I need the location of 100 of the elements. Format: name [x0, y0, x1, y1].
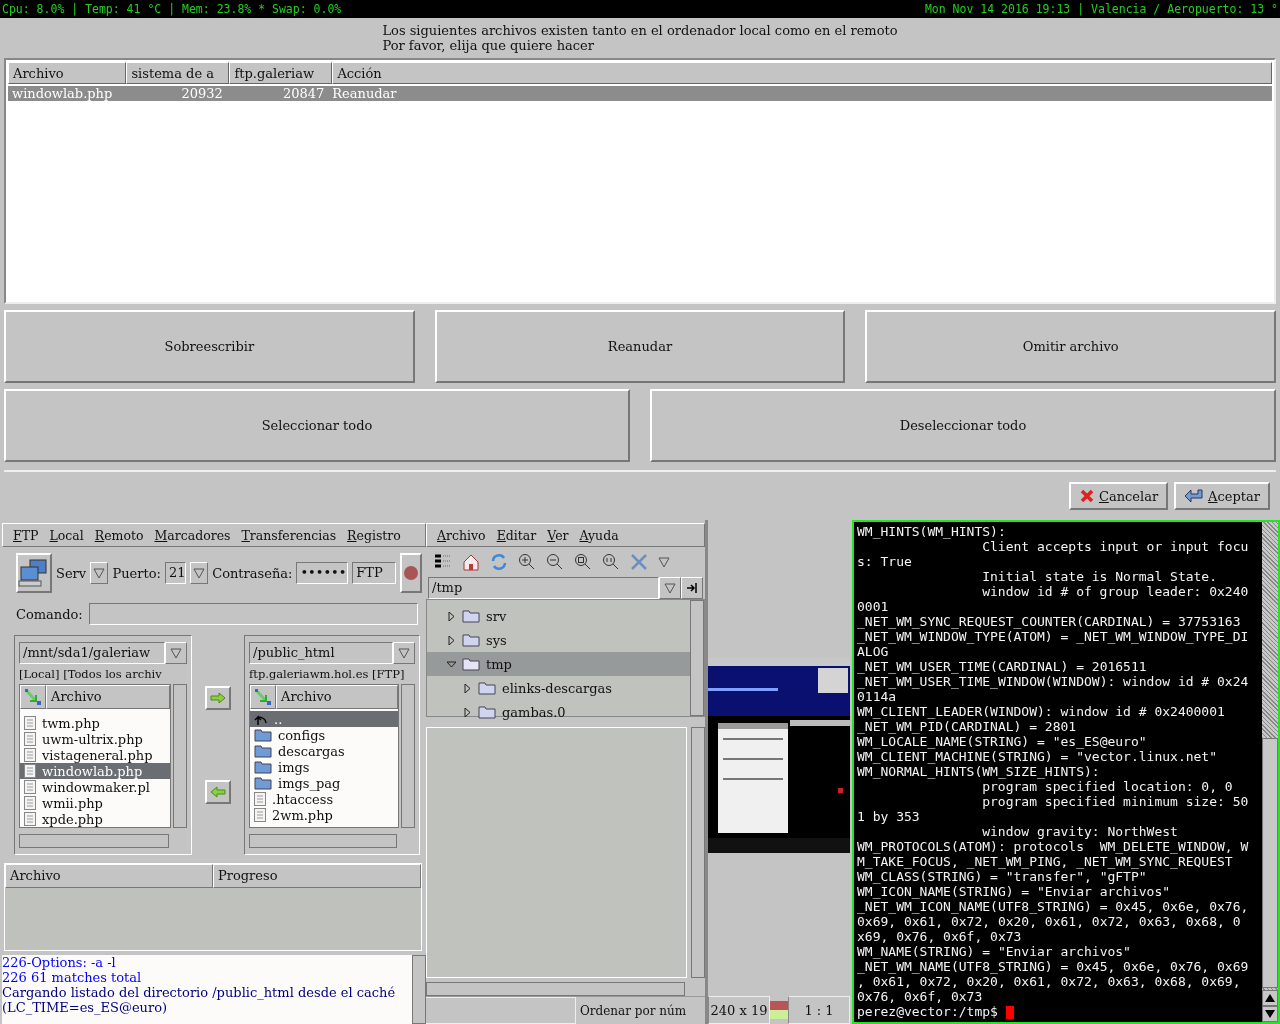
connect-button[interactable]	[16, 553, 52, 593]
dropdown-button[interactable]	[659, 577, 681, 599]
menu-item[interactable]: FTP	[13, 527, 39, 543]
terminal-line: _NET_WM_WINDOW_TYPE(ATOM) = _NET_WM_WINDOW_TYPE_DI	[857, 629, 1250, 644]
expand-arrow-icon[interactable]	[447, 611, 456, 621]
file-row[interactable]: windowmaker.pl	[20, 779, 170, 795]
file-row[interactable]: vistageneral.php	[20, 747, 170, 763]
zoom-out-icon[interactable]	[546, 553, 564, 571]
choice-button[interactable]: Sobreescribir	[4, 310, 415, 383]
go-icon	[686, 582, 698, 594]
tree-item[interactable]: elinks-descargas	[427, 676, 690, 700]
choice-button[interactable]: Seleccionar todo	[4, 389, 630, 462]
computer-icon	[18, 558, 50, 588]
menu-item[interactable]: Archivo	[437, 527, 486, 543]
file-row[interactable]: configs	[250, 727, 398, 743]
download-button[interactable]	[205, 780, 231, 804]
zoom-actual-icon[interactable]	[602, 553, 620, 571]
choice-button[interactable]: Reanudar	[434, 310, 846, 383]
menu-item[interactable]: Editar	[496, 527, 537, 543]
file-row[interactable]: 2wm.php	[250, 807, 398, 823]
file-icon	[24, 748, 36, 762]
home-icon[interactable]	[462, 553, 480, 571]
column-header[interactable]: Archivo	[8, 62, 127, 84]
column-header[interactable]: Archivo	[46, 685, 170, 709]
scrollbar[interactable]	[1262, 522, 1278, 1022]
sort-button[interactable]	[250, 685, 276, 709]
terminal-line: WM_HINTS(WM_HINTS):	[857, 524, 1007, 539]
terminal-line: _NET_WM_SYNC_REQUEST_COUNTER(CARDINAL) = 37753163	[857, 614, 1242, 629]
list-view-icon[interactable]	[434, 554, 452, 570]
cancel-button[interactable]: Cancelar	[1068, 482, 1169, 510]
dropdown-button[interactable]	[189, 562, 209, 584]
file-row[interactable]: twm.php	[20, 715, 170, 731]
expand-arrow-icon[interactable]	[463, 683, 472, 693]
command-field[interactable]	[88, 603, 418, 625]
stop-icon	[403, 565, 420, 581]
ok-button[interactable]: Aceptar	[1174, 482, 1270, 510]
port-field[interactable]: 21	[164, 562, 186, 584]
terminal-line: , 0x61, 0x72, 0x20, 0x61, 0x72, 0x63, 0x68, 0x69,	[857, 974, 1242, 989]
zoom-in-icon[interactable]	[518, 553, 536, 571]
dropdown-button[interactable]	[90, 562, 109, 584]
column-header[interactable]: ftp.galeriaw	[229, 62, 333, 84]
go-button[interactable]	[681, 577, 703, 599]
table-cell-text: windowlab.php	[11, 86, 114, 101]
file-icon	[24, 716, 36, 730]
sort-button[interactable]	[20, 685, 46, 709]
tree-item[interactable]: tmp	[427, 652, 690, 676]
choice-button[interactable]: Deseleccionar todo	[650, 389, 1276, 462]
menu-item[interactable]: Ver	[547, 527, 569, 543]
scrollbar[interactable]	[690, 600, 704, 716]
scrollbar[interactable]	[19, 834, 169, 848]
file-row[interactable]: imgs_pag	[250, 775, 398, 791]
file-row[interactable]: windowlab.php	[20, 763, 170, 779]
upload-button[interactable]	[205, 686, 231, 710]
path-field[interactable]: /tmp	[428, 577, 659, 599]
scrollbar[interactable]	[249, 834, 397, 848]
scroll-down-icon[interactable]	[1265, 1010, 1275, 1018]
file-row[interactable]: ..	[250, 711, 398, 727]
zoom-fit-icon[interactable]	[574, 553, 592, 571]
file-row[interactable]: xpde.php	[20, 811, 170, 827]
password-field[interactable]: ••••••	[296, 562, 349, 584]
scrollbar[interactable]	[691, 727, 705, 978]
menu-item[interactable]: Ayuda	[579, 527, 619, 543]
path-field[interactable]: /public_html	[249, 642, 393, 664]
choice-button[interactable]: Omitir archivo	[865, 310, 1276, 383]
expand-arrow-icon[interactable]	[463, 707, 472, 717]
protocol-select[interactable]: FTP	[352, 562, 397, 584]
file-row[interactable]: uwm-ultrix.php	[20, 731, 170, 747]
scrollbar[interactable]	[401, 684, 415, 828]
dropdown-button[interactable]	[393, 642, 415, 664]
file-row[interactable]: descargas	[250, 743, 398, 759]
column-header[interactable]: sistema de a	[126, 62, 230, 84]
column-header[interactable]: Archivo	[276, 685, 398, 709]
scrollbar[interactable]	[173, 684, 187, 828]
menu-item[interactable]: Transferencias	[241, 527, 337, 543]
collapse-arrow-icon[interactable]	[447, 659, 456, 669]
pane-info: [Local] [Todos los archiv	[19, 666, 162, 682]
menu-item[interactable]: Local	[49, 527, 84, 543]
tree-item[interactable]: gambas.0	[427, 700, 690, 724]
scroll-up-icon[interactable]	[1265, 994, 1275, 1002]
scrollbar[interactable]	[412, 955, 426, 1024]
file-row[interactable]: wmii.php	[20, 795, 170, 811]
dropdown-button[interactable]	[165, 642, 187, 664]
port-label: Puerto:	[112, 565, 161, 581]
menu-item[interactable]: Marcadores	[154, 527, 231, 543]
column-header[interactable]: Progreso	[213, 864, 421, 888]
column-header[interactable]: Acción	[332, 62, 1272, 84]
file-row[interactable]: imgs	[250, 759, 398, 775]
menu-item[interactable]: Registro	[347, 527, 401, 543]
terminal-line: window id # of group leader: 0x240	[981, 584, 1250, 599]
terminal[interactable]	[852, 520, 1280, 1024]
command-label: Comando:	[16, 606, 83, 622]
expand-arrow-icon[interactable]	[447, 635, 456, 645]
path-field[interactable]: /mnt/sda1/galeriaw	[19, 642, 165, 664]
menu-item[interactable]: Remoto	[94, 527, 144, 543]
stop-button[interactable]	[400, 553, 422, 593]
column-header[interactable]: Archivo	[5, 864, 213, 888]
scrollbar[interactable]	[426, 982, 685, 996]
tree-item[interactable]: sys	[427, 628, 690, 652]
tree-item[interactable]: srv	[427, 604, 690, 628]
file-row[interactable]: .htaccess	[250, 791, 398, 807]
